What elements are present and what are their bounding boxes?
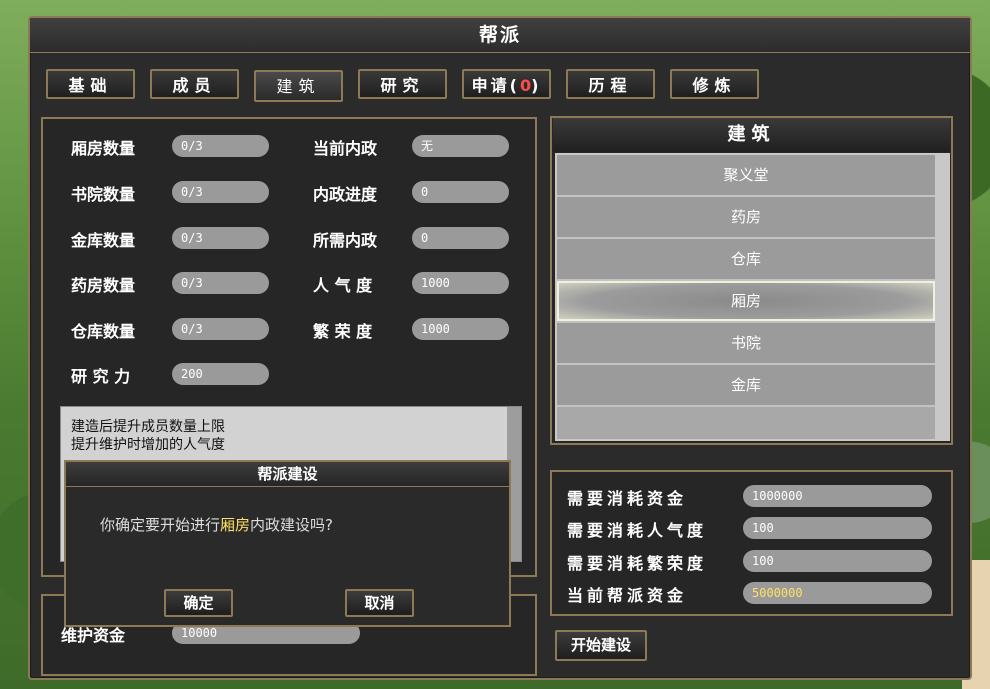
start-construction-button[interactable]: 开始建设 xyxy=(555,630,647,661)
confirm-button[interactable]: 确定 xyxy=(164,589,233,617)
confirm-dialog: 帮派建设 你确定要开始进行厢房内政建设吗? 确定 取消 xyxy=(64,460,511,627)
tab-research[interactable]: 研究 xyxy=(358,69,447,99)
building-item-warehouse[interactable]: 仓库 xyxy=(557,239,935,281)
stat-value-prosperity: 1000 xyxy=(412,318,509,340)
dialog-message: 你确定要开始进行厢房内政建设吗? xyxy=(100,514,333,535)
stat-value-popularity: 1000 xyxy=(412,272,509,294)
stat-value-treasury: 0/3 xyxy=(172,227,269,249)
stat-value-required-affair: 0 xyxy=(412,227,509,249)
stat-value-pharmacy: 0/3 xyxy=(172,272,269,294)
building-item-treasury[interactable]: 金库 xyxy=(557,365,935,407)
stat-label-research: 研 究 力 xyxy=(71,367,131,386)
stat-value-current-affair: 无 xyxy=(412,135,509,157)
cancel-button[interactable]: 取消 xyxy=(345,589,414,617)
stat-label-pharmacy: 药房数量 xyxy=(71,276,136,295)
cost-value-popularity: 100 xyxy=(743,517,932,539)
stat-label-required-affair: 所需内政 xyxy=(313,231,378,250)
stat-value-research: 200 xyxy=(172,363,269,385)
stat-label-treasury: 金库数量 xyxy=(71,231,136,250)
dialog-title: 帮派建设 xyxy=(66,462,509,487)
cost-value-prosperity: 100 xyxy=(743,550,932,572)
stat-label-popularity: 人 气 度 xyxy=(313,276,373,295)
stat-label-prosperity: 繁 荣 度 xyxy=(313,322,373,341)
stat-value-academy: 0/3 xyxy=(172,181,269,203)
stat-label-affair-progress: 内政进度 xyxy=(313,185,378,204)
tab-basic[interactable]: 基础 xyxy=(46,69,135,99)
tab-members[interactable]: 成员 xyxy=(150,69,239,99)
cost-label-current-funds: 当前帮派资金 xyxy=(567,586,688,605)
stat-label-current-affair: 当前内政 xyxy=(313,139,378,158)
building-list-header: 建筑 xyxy=(553,118,950,152)
cost-value-current-funds: 5000000 xyxy=(743,582,932,604)
tab-history[interactable]: 历程 xyxy=(566,69,655,99)
tab-buildings[interactable]: 建筑 xyxy=(254,70,343,102)
tab-cultivation[interactable]: 修炼 xyxy=(670,69,759,99)
building-item-hall[interactable]: 聚义堂 xyxy=(557,155,935,197)
description-line-1: 建造后提升成员数量上限 xyxy=(71,419,225,435)
cost-value-funds: 1000000 xyxy=(743,485,932,507)
tab-applications-label: 申请( xyxy=(471,76,520,95)
stat-label-wing: 厢房数量 xyxy=(71,139,136,158)
cost-label-funds: 需要消耗资金 xyxy=(567,489,688,508)
building-item-academy[interactable]: 书院 xyxy=(557,323,935,365)
dialog-message-suffix: 内政建设吗? xyxy=(250,516,333,534)
building-item-pharmacy[interactable]: 药房 xyxy=(557,197,935,239)
description-line-2: 提升维护时增加的人气度 xyxy=(71,437,225,453)
tab-applications[interactable]: 申请(0) xyxy=(462,69,551,99)
application-count: 0 xyxy=(519,76,532,95)
stat-value-wing: 0/3 xyxy=(172,135,269,157)
cost-label-prosperity: 需要消耗繁荣度 xyxy=(567,554,708,573)
building-item-wing[interactable]: 厢房 xyxy=(557,281,935,323)
tab-applications-suffix: ) xyxy=(531,76,542,95)
dialog-message-highlight: 厢房 xyxy=(220,516,251,534)
cost-label-popularity: 需要消耗人气度 xyxy=(567,521,708,540)
stat-value-affair-progress: 0 xyxy=(412,181,509,203)
stat-label-academy: 书院数量 xyxy=(71,185,136,204)
building-list-scrollbar[interactable] xyxy=(935,155,948,439)
building-list: 聚义堂 药房 仓库 厢房 书院 金库 xyxy=(555,153,950,441)
stat-value-warehouse: 0/3 xyxy=(172,318,269,340)
dialog-message-prefix: 你确定要开始进行 xyxy=(100,516,221,534)
window-title: 帮派 xyxy=(30,18,970,53)
stat-label-warehouse: 仓库数量 xyxy=(71,322,136,341)
